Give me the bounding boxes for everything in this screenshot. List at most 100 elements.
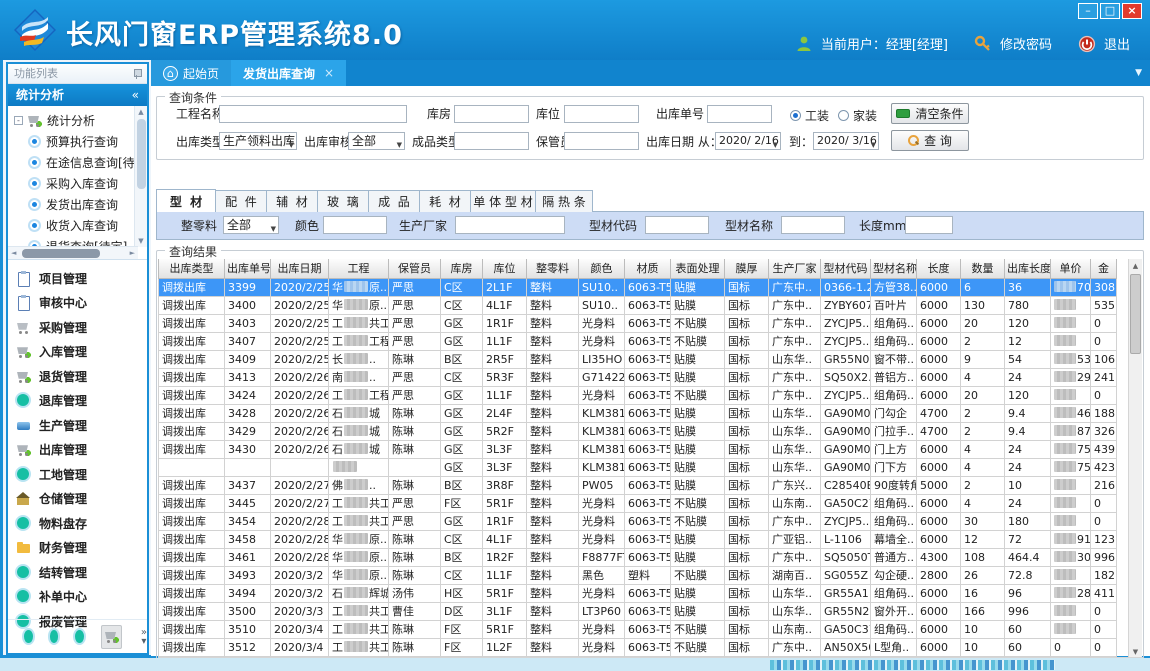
sidebar-module-工地管理[interactable]: 工地管理 — [16, 462, 147, 487]
sidebar-module-退库管理[interactable]: 退库管理 — [16, 389, 147, 414]
audit-select[interactable]: 全部 — [348, 132, 405, 150]
table-row[interactable]: 调拨出库34612020/2/28华原..陈琳B区1R2F整料F8877FT60… — [159, 548, 1117, 566]
table-row[interactable]: 调拨出库33992020/2/25华原..严思C区2L1F整料SU10..606… — [159, 278, 1117, 296]
table-row[interactable]: 调拨出库35122020/3/4工共工程陈琳F区1L2F整料光身料6063-T5… — [159, 638, 1117, 656]
tree-vertical-scrollbar[interactable]: ▲ ▼ — [134, 106, 147, 247]
tree-item-在途信息查询[待[interactable]: 在途信息查询[待 — [14, 152, 147, 173]
statistics-section-header[interactable]: 统计分析 « — [8, 84, 147, 106]
pin-icon[interactable] — [133, 69, 141, 79]
table-row[interactable]: 调拨出库34282020/2/26石城陈琳G区2L4F整料KLM38176063… — [159, 404, 1117, 422]
color-input[interactable] — [323, 216, 387, 234]
module-dot-icon[interactable] — [75, 630, 84, 643]
change-password-link[interactable]: 修改密码 — [1000, 34, 1052, 53]
tab-home[interactable]: ⌂ 起始页 — [151, 60, 231, 86]
sidebar-module-财务管理[interactable]: 财务管理 — [16, 536, 147, 561]
table-row[interactable]: 调拨出库34242020/2/26工工程严思G区1L1F整料光身料6063-T5… — [159, 386, 1117, 404]
material-tab[interactable]: 隔 热 条 — [535, 190, 593, 212]
code-input[interactable] — [645, 216, 709, 234]
table-row[interactable]: 调拨出库34092020/2/25长..陈琳B区2R5F整料LI35HO6063… — [159, 350, 1117, 368]
column-header-颜色[interactable]: 颜色 — [579, 259, 625, 278]
column-header-数量[interactable]: 数量 — [961, 259, 1005, 278]
material-tab[interactable]: 辅 材 — [266, 190, 318, 212]
expand-icon[interactable]: - — [14, 116, 23, 125]
date-from-picker[interactable]: 2020/ 2/16 — [715, 132, 781, 150]
sidebar-module-补单中心[interactable]: 补单中心 — [16, 585, 147, 610]
table-row[interactable]: 调拨出库34032020/2/25工共工程严思G区1R1F整料光身料6063-T… — [159, 314, 1117, 332]
scroll-right-icon[interactable]: ► — [130, 249, 135, 257]
table-row[interactable]: 调拨出库34292020/2/26石城陈琳G区5R2F整料KLM38176063… — [159, 422, 1117, 440]
module-dot-icon[interactable] — [50, 630, 59, 643]
sidebar-module-审核中心[interactable]: 审核中心 — [16, 291, 147, 316]
column-header-单价[interactable]: 单价 — [1051, 259, 1091, 278]
scroll-up-icon[interactable]: ▲ — [1129, 259, 1142, 273]
scrollbar-thumb[interactable] — [22, 249, 100, 258]
column-header-长度[interactable]: 长度 — [917, 259, 961, 278]
tab-list-dropdown-icon[interactable]: ▼ — [1135, 68, 1142, 78]
material-tab[interactable]: 耗 材 — [419, 190, 471, 212]
column-header-表面处理[interactable]: 表面处理 — [671, 259, 725, 278]
table-row[interactable]: 调拨出库34132020/2/26南..严思C区5R3F整料G714226063… — [159, 368, 1117, 386]
table-row[interactable]: 调拨出库34542020/2/28工共工程严思G区1R1F整料光身料6063-T… — [159, 512, 1117, 530]
tree-item-发货出库查询[interactable]: 发货出库查询 — [14, 194, 147, 215]
table-row[interactable]: 调拨出库35102020/3/4工共工程陈琳F区5R1F整料光身料6063-T5… — [159, 620, 1117, 638]
column-header-型材代码[interactable]: 型材代码 — [821, 259, 871, 278]
maximize-button[interactable]: □ — [1100, 3, 1120, 19]
close-button[interactable]: × — [1122, 3, 1142, 19]
column-header-库位[interactable]: 库位 — [483, 259, 527, 278]
column-header-工程[interactable]: 工程 — [329, 259, 389, 278]
tree-item-采购入库查询[interactable]: 采购入库查询 — [14, 173, 147, 194]
tree-item-收货入库查询[interactable]: 收货入库查询 — [14, 215, 147, 236]
sidebar-module-退货管理[interactable]: 退货管理 — [16, 364, 147, 389]
column-header-保管员[interactable]: 保管员 — [389, 259, 441, 278]
product-type-input[interactable] — [454, 132, 529, 150]
column-header-生产厂家[interactable]: 生产厂家 — [769, 259, 821, 278]
project-name-input[interactable] — [219, 105, 407, 123]
table-row[interactable]: 调拨出库34942020/3/2石辉城汤伟H区5R1F整料光身料6063-T5贴… — [159, 584, 1117, 602]
module-dot-icon[interactable] — [24, 630, 33, 643]
scrollbar-thumb[interactable] — [1130, 274, 1141, 354]
table-row[interactable]: 调拨出库34002020/2/25华原..严思C区4L1F整料SU10..606… — [159, 296, 1117, 314]
scrollbar-thumb[interactable] — [137, 119, 146, 189]
sidebar-module-出库管理[interactable]: 出库管理 — [16, 438, 147, 463]
tab-shipping-outbound-query[interactable]: 发货出库查询 × — [231, 60, 346, 86]
more-modules-chevron[interactable]: »▾ — [141, 628, 147, 646]
tab-close-icon[interactable]: × — [324, 66, 334, 80]
column-header-出库单号[interactable]: 出库单号 — [225, 259, 271, 278]
length-input[interactable] — [905, 216, 953, 234]
column-header-材质[interactable]: 材质 — [625, 259, 671, 278]
table-row[interactable]: 调拨出库34302020/2/26石城陈琳G区3L3F整料KLM38176063… — [159, 440, 1117, 458]
tree-horizontal-scrollbar[interactable]: ◄ ► — [8, 246, 138, 259]
warehouse-input[interactable] — [454, 105, 529, 123]
material-tab[interactable]: 成 品 — [368, 190, 420, 212]
sidebar-module-物料盘存[interactable]: 物料盘存 — [16, 511, 147, 536]
table-row[interactable]: 调拨出库34452020/2/27工共工程严思F区5R1F整料光身料6063-T… — [159, 494, 1117, 512]
radio-gongzhuang[interactable]: 工装 — [790, 107, 829, 124]
clear-conditions-button[interactable]: 清空条件 — [891, 103, 969, 124]
column-header-型材名称[interactable]: 型材名称 — [871, 259, 917, 278]
sidebar-module-采购管理[interactable]: 采购管理 — [16, 315, 147, 340]
cart-module-button[interactable] — [101, 625, 122, 649]
maker-input[interactable] — [455, 216, 565, 234]
order-no-input[interactable] — [707, 105, 772, 123]
table-row[interactable]: 调拨出库34932020/3/2华原..陈琳C区1L1F整料黑色塑料不贴膜国标湖… — [159, 566, 1117, 584]
location-input[interactable] — [564, 105, 639, 123]
column-header-金[interactable]: 金 — [1091, 259, 1117, 278]
column-header-整零料[interactable]: 整零料 — [527, 259, 579, 278]
name-input[interactable] — [781, 216, 845, 234]
column-header-出库日期[interactable]: 出库日期 — [271, 259, 329, 278]
sidebar-module-入库管理[interactable]: 入库管理 — [16, 340, 147, 365]
keeper-input[interactable] — [564, 132, 639, 150]
column-header-库房[interactable]: 库房 — [441, 259, 483, 278]
sidebar-module-项目管理[interactable]: 项目管理 — [16, 266, 147, 291]
column-header-出库长度[interactable]: 出库长度 — [1005, 259, 1051, 278]
table-row[interactable]: G区3L3F整料KLM38176063-T5贴膜国标山东华..GA90M09.门… — [159, 458, 1117, 476]
column-header-膜厚[interactable]: 膜厚 — [725, 259, 769, 278]
table-row[interactable]: 调拨出库35002020/3/3工共工程曹佳D区3L1F整料LT3P606063… — [159, 602, 1117, 620]
table-row[interactable]: 调拨出库34372020/2/27佛..陈琳B区3R8F整料PW056063-T… — [159, 476, 1117, 494]
scroll-up-icon[interactable]: ▲ — [135, 106, 147, 118]
table-row[interactable]: 调拨出库34072020/2/25工工程严思G区1L1F整料光身料6063-T5… — [159, 332, 1117, 350]
sidebar-module-结转管理[interactable]: 结转管理 — [16, 560, 147, 585]
scroll-left-icon[interactable]: ◄ — [11, 249, 16, 257]
date-to-picker[interactable]: 2020/ 3/16 — [813, 132, 879, 150]
sidebar-module-仓储管理[interactable]: 仓储管理 — [16, 487, 147, 512]
